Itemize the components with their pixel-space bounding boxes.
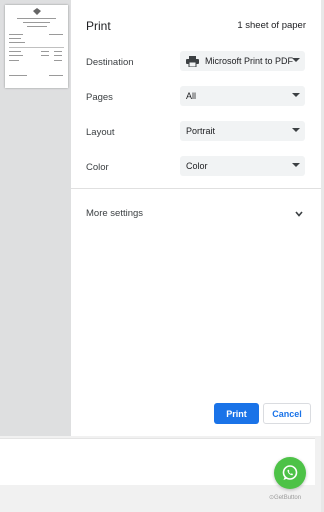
background-page-card [0, 438, 315, 485]
sheet-count: 1 sheet of paper [237, 20, 306, 31]
cancel-button[interactable]: Cancel [263, 403, 311, 424]
expand-chevron-icon [295, 211, 303, 217]
more-settings-toggle[interactable]: More settings [86, 208, 304, 222]
chevron-down-icon [292, 163, 300, 167]
printer-icon [186, 55, 199, 67]
chevron-down-icon [292, 58, 300, 62]
pages-label: Pages [86, 92, 113, 103]
settings-divider [71, 188, 321, 189]
print-preview-pane [0, 0, 72, 436]
getbutton-credit[interactable]: ⊙GetButton [269, 494, 301, 501]
chevron-down-icon [292, 93, 300, 97]
layout-select[interactable]: Portrait [180, 121, 305, 141]
destination-value: Microsoft Print to PDF [205, 56, 294, 66]
color-value: Color [186, 161, 208, 171]
more-settings-label: More settings [86, 208, 144, 219]
getbutton-credit-text: GetButton [274, 495, 302, 501]
whatsapp-icon [282, 465, 298, 480]
whatsapp-chat-button[interactable] [274, 457, 306, 489]
destination-label: Destination [86, 57, 134, 68]
destination-select[interactable]: Microsoft Print to PDF [180, 51, 305, 71]
chevron-down-icon [292, 128, 300, 132]
pages-value: All [186, 91, 197, 101]
page-preview-thumbnail[interactable] [5, 5, 68, 88]
document-logo-icon [33, 8, 41, 15]
layout-label: Layout [86, 127, 115, 138]
color-select[interactable]: Color [180, 156, 305, 176]
print-button[interactable]: Print [214, 403, 259, 424]
pages-select[interactable]: All [180, 86, 305, 106]
dialog-title: Print [86, 19, 111, 33]
color-label: Color [86, 162, 109, 173]
layout-value: Portrait [186, 126, 216, 136]
print-settings-panel: Print 1 sheet of paper Destination Micro… [71, 0, 321, 436]
